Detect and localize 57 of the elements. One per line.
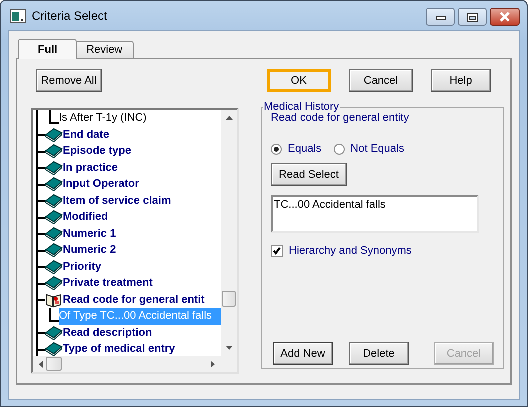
close-button[interactable]	[490, 8, 520, 26]
toolbar-button[interactable]: OK	[267, 69, 331, 92]
tab[interactable]: Full	[18, 39, 77, 59]
tree-item[interactable]: Modified	[63, 211, 110, 224]
tree-connector	[33, 258, 45, 276]
toolbar-button[interactable]: Cancel	[349, 69, 413, 92]
tree-item[interactable]: Priority	[63, 260, 104, 273]
toolbar-button[interactable]: Remove All	[36, 69, 102, 92]
radio-circle[interactable]	[271, 144, 282, 154]
tree-item[interactable]: Is After T-1y (INC)	[59, 110, 221, 126]
scroll-left-icon[interactable]	[39, 360, 43, 368]
maximize-icon	[467, 12, 478, 22]
toolbar-button[interactable]: Help	[431, 69, 491, 92]
close-icon	[499, 12, 511, 22]
radio-option[interactable]: Equals	[271, 143, 322, 155]
tab[interactable]: Review	[76, 41, 134, 58]
app-icon	[10, 8, 26, 22]
read-select-button[interactable]: Read Select	[271, 163, 347, 186]
scroll-up-icon[interactable]	[226, 116, 232, 120]
tree-item[interactable]: In practice	[63, 162, 120, 174]
radio-circle[interactable]	[334, 144, 345, 154]
checkbox-option[interactable]: Hierarchy and Synonyms	[271, 245, 494, 257]
action-button[interactable]: Add New	[273, 342, 333, 365]
tree-item[interactable]: Type of medical entry	[63, 343, 178, 356]
tree-connector	[33, 208, 45, 226]
scroll-thumb[interactable]	[46, 357, 62, 371]
tree-connector	[33, 274, 45, 292]
tree-connector	[33, 340, 45, 356]
check-icon	[273, 247, 281, 255]
tree-connector	[33, 159, 45, 176]
tree-connector	[33, 142, 45, 160]
tree-item[interactable]: Episode type	[63, 145, 134, 158]
window-title: Criteria Select	[32, 8, 108, 22]
tree-connector	[33, 192, 45, 210]
codes-field[interactable]: TC...00 Accidental falls	[271, 195, 479, 233]
scroll-thumb[interactable]	[222, 291, 236, 307]
checkbox[interactable]	[271, 245, 283, 257]
group-subtitle: Read code for general entity	[271, 112, 410, 124]
action-button[interactable]: Delete	[349, 342, 409, 365]
tree-connector	[33, 242, 45, 259]
tree-connector	[33, 176, 45, 193]
radio-option[interactable]: Not Equals	[334, 143, 404, 155]
tree-item[interactable]: Read code for general entit	[63, 294, 207, 306]
minimize-icon	[436, 14, 446, 20]
tree-item[interactable]: Numeric 1	[63, 228, 118, 240]
tree-item[interactable]: Private treatment	[63, 277, 155, 290]
scroll-down-icon[interactable]	[226, 346, 232, 350]
tree-item[interactable]: Input Operator	[63, 178, 142, 190]
tree-connector	[33, 225, 45, 242]
tree-item[interactable]: Item of service claim	[63, 194, 174, 207]
tree-item[interactable]: Numeric 2	[63, 244, 118, 256]
minimize-button[interactable]	[426, 8, 455, 26]
tree-item[interactable]: End date	[63, 128, 112, 141]
maximize-button[interactable]	[458, 8, 487, 26]
tree-item[interactable]: Read description	[63, 326, 154, 339]
group-title: Medical History	[263, 101, 340, 113]
scroll-right-icon[interactable]	[211, 360, 215, 368]
